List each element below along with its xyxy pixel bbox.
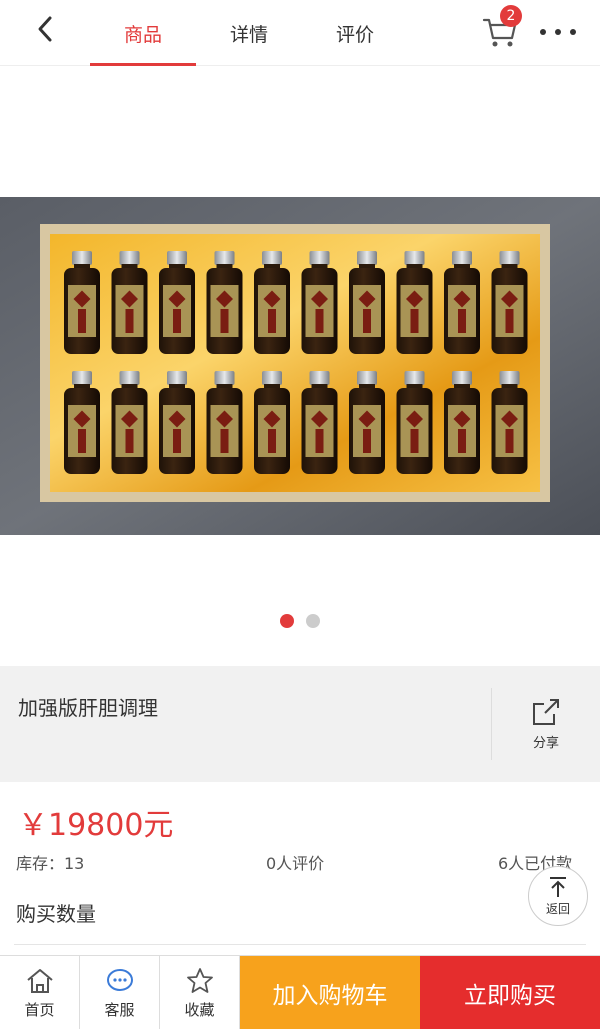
carousel-indicator xyxy=(0,614,600,628)
chat-bubble-icon xyxy=(106,968,133,991)
arrow-up-icon xyxy=(550,876,566,897)
tab-bar: 商品 详情 评价 xyxy=(90,0,408,66)
chevron-left-icon xyxy=(38,16,52,42)
cart-count-badge: 2 xyxy=(500,5,522,27)
quantity-label[interactable]: 购买数量 xyxy=(16,898,96,927)
tab-goods[interactable]: 商品 xyxy=(90,0,196,66)
share-label: 分享 xyxy=(532,736,559,751)
home-label: 首页 xyxy=(24,1000,55,1019)
more-dot-icon xyxy=(570,29,576,35)
back-to-top-button[interactable]: 返回 xyxy=(528,866,588,926)
divider xyxy=(14,944,586,945)
review-count[interactable]: 0人评价 xyxy=(266,850,324,874)
tab-reviews[interactable]: 评价 xyxy=(302,0,408,66)
customer-service-label: 客服 xyxy=(104,1000,135,1019)
star-icon xyxy=(186,967,213,993)
back-to-top-label: 返回 xyxy=(545,901,570,916)
more-dot-icon xyxy=(555,29,561,35)
more-dot-icon xyxy=(540,29,546,35)
divider xyxy=(491,688,492,760)
product-title-block: 加强版肝胆调理 分享 xyxy=(0,666,600,782)
product-image-carousel[interactable] xyxy=(0,66,600,666)
favorite-label: 收藏 xyxy=(184,1000,215,1019)
home-icon xyxy=(26,968,53,993)
back-button[interactable] xyxy=(30,14,60,44)
product-title: 加强版肝胆调理 xyxy=(18,696,158,720)
home-button[interactable]: 首页 xyxy=(0,956,80,1029)
bottom-action-bar: 首页 客服 收藏 加入购物车 立即购买 xyxy=(0,955,600,1029)
carousel-dot-active[interactable] xyxy=(280,614,294,628)
favorite-button[interactable]: 收藏 xyxy=(160,956,240,1029)
share-icon xyxy=(533,699,559,725)
top-nav-bar: 商品 详情 评价 2 xyxy=(0,0,600,66)
customer-service-button[interactable]: 客服 xyxy=(80,956,160,1029)
product-price: ￥19800元 xyxy=(18,808,174,843)
buy-now-button[interactable]: 立即购买 xyxy=(420,956,600,1029)
carousel-dot[interactable] xyxy=(306,614,320,628)
product-photo xyxy=(0,197,600,535)
stock-count: 库存：13 xyxy=(16,854,85,873)
tab-details[interactable]: 详情 xyxy=(196,0,302,66)
more-menu-button[interactable] xyxy=(540,22,576,42)
add-to-cart-button[interactable]: 加入购物车 xyxy=(240,956,420,1029)
share-button[interactable]: 分享 xyxy=(516,696,576,756)
